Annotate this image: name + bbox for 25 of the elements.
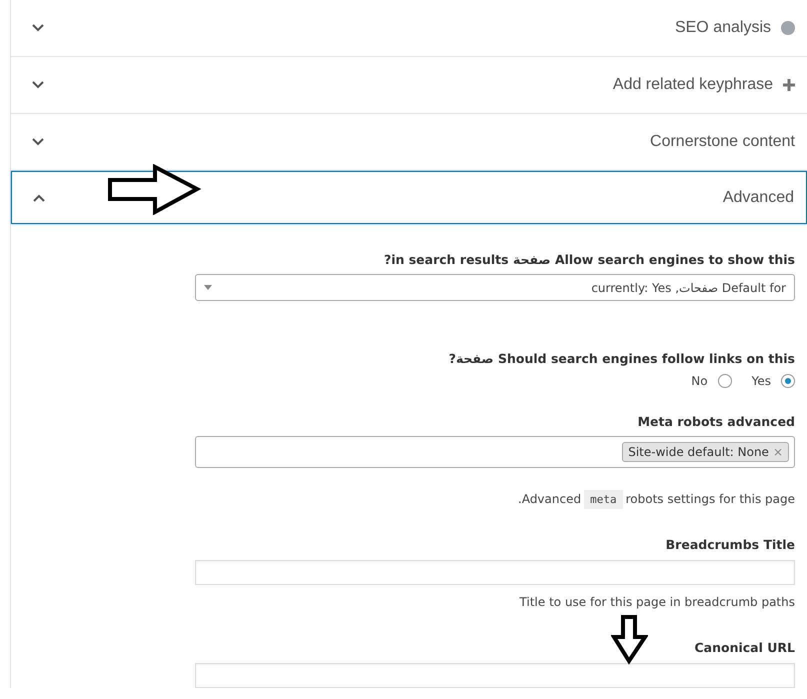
- down-arrow-drawing: [611, 615, 648, 665]
- field-label: ?صفحة Should search engines follow links on this: [448, 351, 795, 366]
- field-label: Breadcrumbs Title: [666, 537, 795, 552]
- text-field[interactable]: [195, 560, 795, 585]
- radio-option[interactable]: Yes: [752, 374, 795, 388]
- field-label: Meta robots advanced: [638, 414, 795, 429]
- accordion-header[interactable]: Advanced: [11, 171, 807, 224]
- help-text: Title to use for this page in breadcrumb paths: [520, 595, 795, 609]
- radio-button[interactable]: [781, 374, 795, 388]
- select-field[interactable]: currently: Yes ,صفحات Default for: [195, 274, 795, 301]
- status-dot-icon: [781, 21, 795, 35]
- chevron-down-icon: [31, 23, 45, 33]
- help-text: .Advanced meta robots settings for this page: [518, 492, 795, 506]
- tags-field[interactable]: Site-wide default: None ×: [195, 436, 795, 468]
- chevron-down-icon: [31, 80, 45, 90]
- field-label: ?in search results صفحة Allow search engines to show this: [384, 252, 795, 267]
- plus-icon: [783, 79, 795, 91]
- text-field[interactable]: [195, 663, 795, 688]
- tag-chip: Site-wide default: None ×: [622, 442, 789, 462]
- field-label: Canonical URL: [694, 640, 795, 655]
- radio-button[interactable]: [718, 374, 732, 388]
- radio-option[interactable]: No: [691, 374, 732, 388]
- chevron-down-icon: [31, 137, 45, 147]
- chevron-up-icon: [32, 192, 46, 202]
- dropdown-arrow-icon: [204, 285, 212, 290]
